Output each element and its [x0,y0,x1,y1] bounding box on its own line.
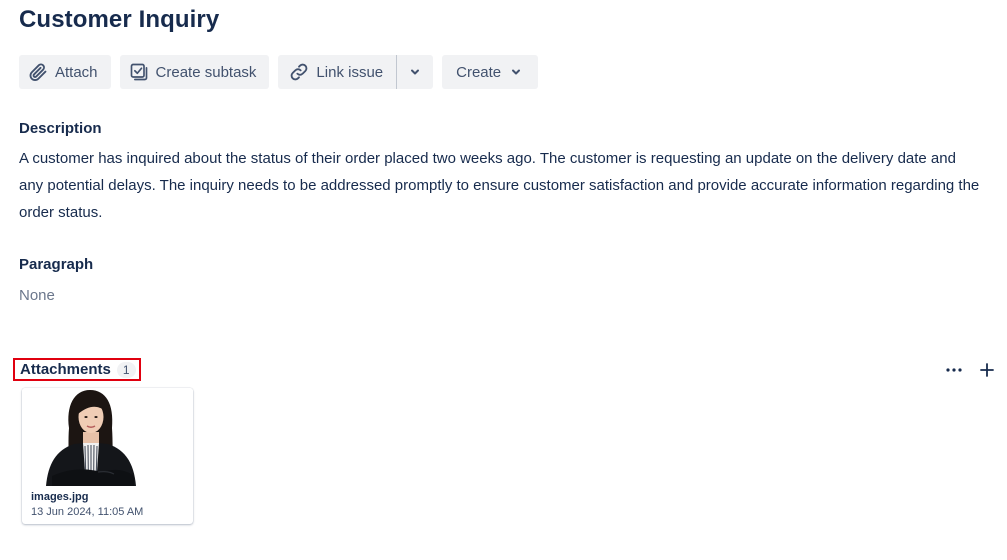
attachment-file-name: images.jpg [31,491,89,503]
attachment-thumbnail [22,388,193,487]
create-subtask-button[interactable]: Create subtask [119,55,270,89]
create-label: Create [456,63,502,81]
paperclip-icon [27,61,49,83]
issue-view: Customer Inquiry Attach Create subtask L… [0,0,1007,560]
subtask-icon [128,61,150,83]
link-issue-button[interactable]: Link issue [278,55,396,89]
paragraph-value[interactable]: None [19,287,55,304]
chevron-down-icon [409,66,421,78]
issue-title[interactable]: Customer Inquiry [19,6,219,34]
description-label: Description [19,120,102,137]
chevron-down-icon [510,66,522,78]
paragraph-label: Paragraph [19,256,94,273]
issue-toolbar: Attach Create subtask Link issue Create [19,55,539,89]
attach-label: Attach [55,63,98,81]
attachments-more-button[interactable] [944,362,964,378]
create-subtask-label: Create subtask [155,63,257,81]
woman-portrait-photo [46,390,136,487]
attachments-header: Attachments 1 [13,358,141,381]
plus-icon [979,362,995,378]
more-icon [946,368,962,372]
attachments-count-badge: 1 [116,361,136,378]
link-issue-label: Link issue [316,63,384,81]
link-issue-dropdown-button[interactable] [397,55,433,89]
attachments-label: Attachments [20,361,111,378]
add-attachment-button[interactable] [977,360,997,380]
link-issue-split-button: Link issue [278,55,434,89]
attachment-card[interactable]: images.jpg 13 Jun 2024, 11:05 AM [22,388,193,524]
description-text[interactable]: A customer has inquired about the status… [19,145,984,226]
create-button[interactable]: Create [442,55,539,89]
attachment-date: 13 Jun 2024, 11:05 AM [31,506,144,518]
attach-button[interactable]: Attach [19,55,111,89]
link-icon [288,61,310,83]
